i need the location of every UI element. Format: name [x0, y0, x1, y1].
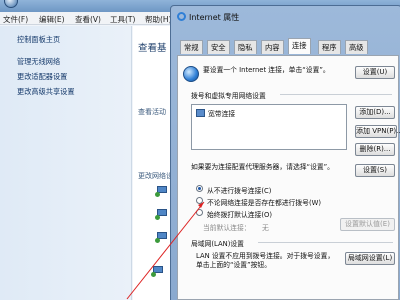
- change-sharing-link[interactable]: 更改高级共享设置: [17, 87, 75, 97]
- connect-network-icon[interactable]: [155, 209, 169, 220]
- tab-security[interactable]: 安全: [207, 40, 230, 54]
- dialup-section-label: 拨号和虚拟专用网络设置: [191, 92, 266, 100]
- menu-help[interactable]: 帮助(H): [145, 14, 172, 25]
- left-nav-pane: 控制面板主页 管理无线网络 更改适配器设置 更改高级共享设置: [0, 26, 132, 300]
- dialog-title: Internet 属性: [189, 13, 240, 22]
- menu-view[interactable]: 查看(V): [75, 14, 101, 25]
- divider: [258, 242, 393, 243]
- menu-file[interactable]: 文件(F): [3, 14, 28, 25]
- add-button[interactable]: 添加(D)...: [355, 106, 395, 119]
- setup-text: 要设置一个 Internet 连接，单击“设置”。: [203, 66, 330, 74]
- radio-no-network-label: 不论网络连接是否存在都进行拨号(W): [207, 199, 321, 207]
- settings-button[interactable]: 设置(S): [355, 164, 395, 177]
- page-title: 查看基: [138, 43, 167, 54]
- control-panel-home-link[interactable]: 控制面板主页: [17, 35, 60, 45]
- radio-always-label: 始终拨打默认连接(O): [207, 211, 273, 219]
- tab-programs[interactable]: 程序: [318, 40, 341, 54]
- change-adapter-link[interactable]: 更改适配器设置: [17, 72, 67, 82]
- setup-button[interactable]: 设置(U): [355, 66, 395, 79]
- radio-dial-when-no-network[interactable]: [196, 197, 203, 204]
- divider: [280, 94, 392, 95]
- tab-general[interactable]: 常规: [180, 40, 203, 54]
- current-default-value: 无: [262, 224, 269, 232]
- tab-privacy[interactable]: 隐私: [234, 40, 257, 54]
- homegroup-icon[interactable]: [155, 232, 169, 243]
- tab-content[interactable]: 内容: [261, 40, 284, 54]
- connection-item[interactable]: 宽带连接: [208, 108, 235, 118]
- lan-settings-button[interactable]: 局域网设置(L): [345, 252, 395, 265]
- active-networks-label: 查看活动: [138, 108, 166, 116]
- radio-always-dial[interactable]: [196, 209, 203, 216]
- globe-icon: [183, 66, 199, 82]
- troubleshoot-icon[interactable]: [151, 266, 165, 277]
- lan-section-label: 局域网(LAN)设置: [191, 240, 244, 248]
- lan-text-line2: 单击上面的“设置”按钮。: [196, 261, 272, 269]
- manage-wireless-link[interactable]: 管理无线网络: [17, 57, 60, 67]
- network-setup-icon[interactable]: [155, 186, 169, 197]
- windows-orb-icon[interactable]: [4, 0, 18, 8]
- menu-tools[interactable]: 工具(T): [110, 14, 135, 25]
- set-default-button[interactable]: 设置默认值(E): [340, 218, 395, 231]
- radio-never-dial[interactable]: [196, 185, 203, 192]
- tab-advanced[interactable]: 高级: [345, 40, 368, 54]
- add-vpn-button[interactable]: 添加 VPN(P)...: [355, 125, 400, 138]
- connections-listbox[interactable]: 宽带连接: [191, 104, 347, 150]
- broadband-icon: [196, 109, 205, 117]
- tab-connections[interactable]: 连接: [288, 38, 311, 54]
- internet-explorer-icon: [177, 12, 186, 21]
- current-default-label: 当前默认连接：: [203, 224, 251, 232]
- delete-button[interactable]: 删除(R)...: [355, 143, 395, 156]
- radio-never-label: 从不进行拨号连接(C): [207, 187, 272, 195]
- proxy-text: 如果要为连接配置代理服务器，请选择“设置”。: [191, 163, 334, 171]
- menu-edit[interactable]: 编辑(E): [39, 14, 65, 25]
- change-settings-label: 更改网络设: [138, 172, 173, 180]
